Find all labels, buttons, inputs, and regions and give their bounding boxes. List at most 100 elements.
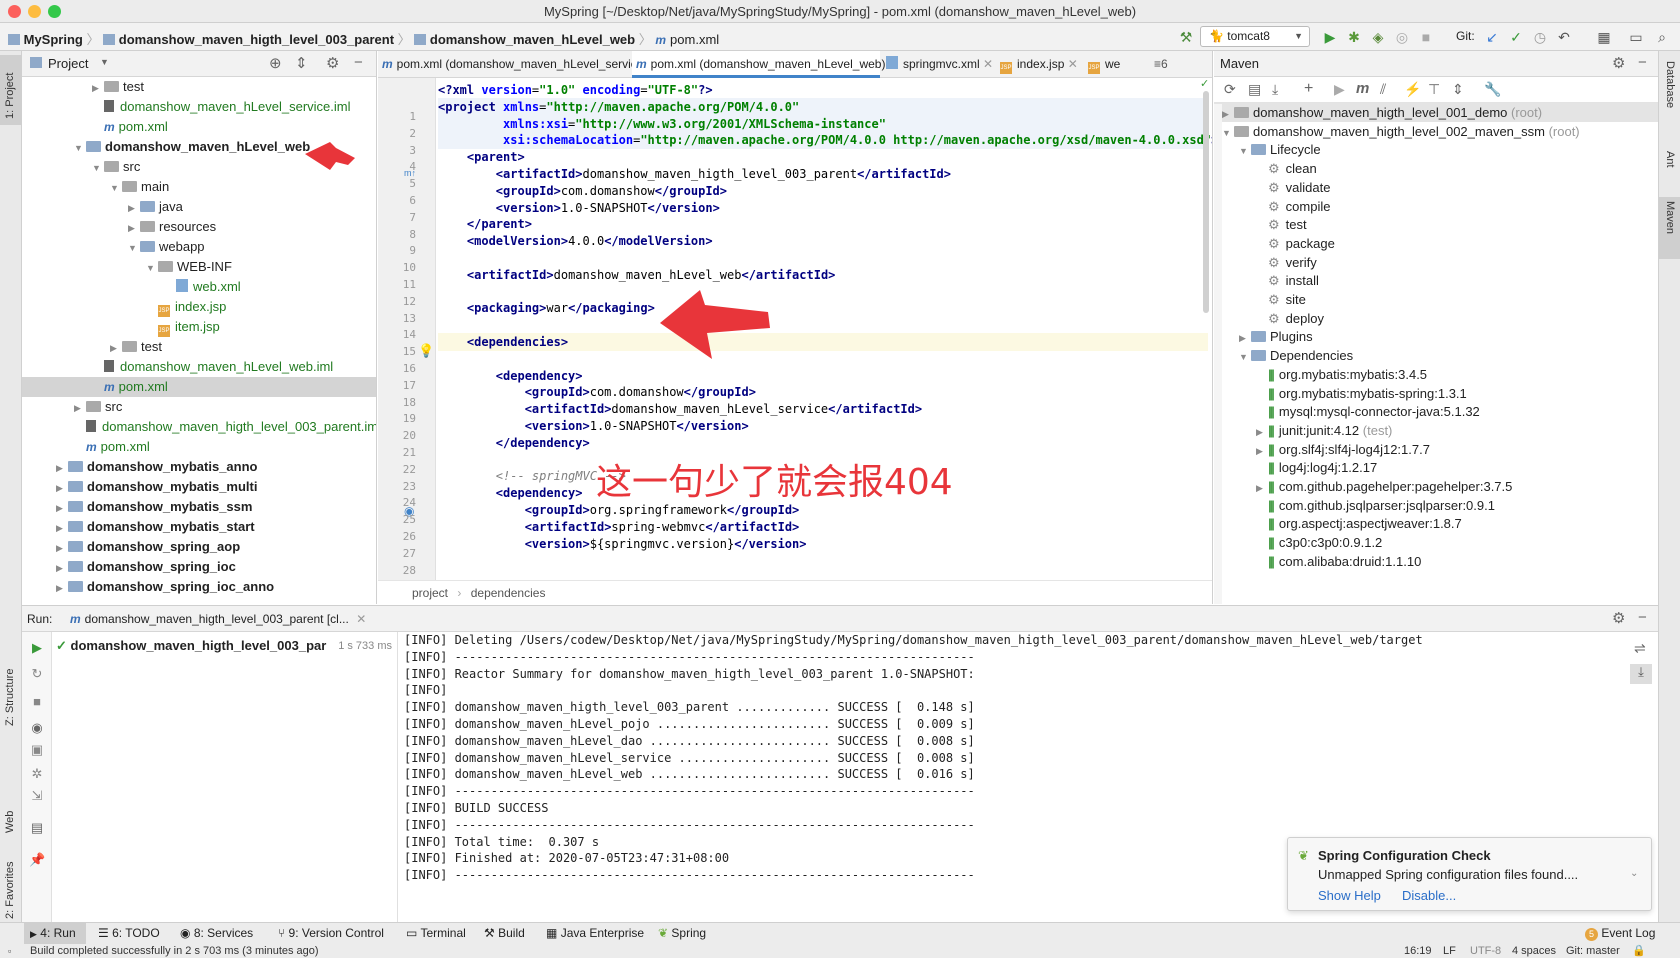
caret-position[interactable]: 16:19 xyxy=(1404,944,1432,958)
project-tree-item[interactable]: JSP index.jsp xyxy=(22,297,376,317)
toggle-offline-icon[interactable]: ⫽ xyxy=(1380,81,1386,98)
lock-icon[interactable]: 🔒 xyxy=(1632,944,1646,958)
collapsed-arrow-icon[interactable]: ▶ xyxy=(56,518,68,538)
code-line[interactable]: <dependency> xyxy=(438,367,1208,385)
editor-scrollbar[interactable] xyxy=(1203,91,1209,313)
project-tree-item[interactable]: ▶ domanshow_spring_ioc xyxy=(22,557,376,578)
project-tree-item[interactable]: ▼ domanshow_maven_hLevel_web xyxy=(22,137,376,157)
skip-tests-icon[interactable]: ⚡ xyxy=(1404,81,1421,98)
file-encoding[interactable]: UTF-8 xyxy=(1470,944,1501,958)
scroll-to-end-icon[interactable]: ⤓ xyxy=(1630,664,1652,684)
lightbulb-icon[interactable]: 💡 xyxy=(418,343,434,359)
collapsed-arrow-icon[interactable]: ▶ xyxy=(56,498,68,518)
collapsed-arrow-icon[interactable]: ▶ xyxy=(56,578,68,598)
collapsed-arrow-icon[interactable]: ▶ xyxy=(56,538,68,558)
show-help-link[interactable]: Show Help xyxy=(1318,888,1381,903)
maven-tree-item[interactable]: ||| org.aspectj:aspectjweaver:1.8.7 xyxy=(1214,514,1658,533)
project-tree-item[interactable]: ▼ main xyxy=(22,177,376,198)
project-tree-item[interactable]: m pom.xml xyxy=(22,117,376,137)
version-control-tool-tab[interactable]: ⑂ 9: Version Control xyxy=(278,926,384,940)
generate-sources-icon[interactable]: ▤ xyxy=(1248,81,1261,98)
maven-tree-item[interactable]: ⚙ site xyxy=(1214,290,1658,309)
run-icon[interactable]: ▶ xyxy=(1334,81,1345,98)
project-tree-item[interactable]: JSP item.jsp xyxy=(22,317,376,337)
project-tree-item[interactable]: ▶ java xyxy=(22,197,376,218)
collapsed-arrow-icon[interactable]: ▶ xyxy=(56,558,68,578)
chevron-down-icon[interactable]: ⌄ xyxy=(1630,868,1638,879)
close-window-button[interactable] xyxy=(8,5,21,18)
collapsed-arrow-icon[interactable]: ▶ xyxy=(128,198,140,218)
eye-icon[interactable]: ◉ xyxy=(29,720,45,736)
maven-tree-item[interactable]: ⚙ compile xyxy=(1214,197,1658,216)
project-structure-icon[interactable]: ▦ xyxy=(1594,27,1614,47)
code-line[interactable]: <artifactId>spring-webmvc</artifactId> xyxy=(438,518,1208,536)
git-branch[interactable]: Git: master xyxy=(1566,944,1620,958)
collapse-all-icon[interactable]: ⇕ xyxy=(1452,81,1464,98)
rerun-failed-icon[interactable]: ↻ xyxy=(29,666,45,682)
services-tool-tab[interactable]: ◉ 8: Services xyxy=(180,926,253,940)
build-tool-tab[interactable]: ⚒ Build xyxy=(484,926,525,940)
project-tree-item[interactable]: ▶ test xyxy=(22,77,376,98)
collapsed-arrow-icon[interactable]: ▶ xyxy=(56,458,68,478)
code-line[interactable]: <packaging>war</packaging> xyxy=(438,299,1208,317)
project-panel-title[interactable]: Project xyxy=(48,56,88,71)
collapse-all-icon[interactable]: ⇕ xyxy=(295,54,308,72)
maven-tree-item[interactable]: ▶ ||| junit:junit:4.12 (test) xyxy=(1214,421,1658,440)
gear-icon[interactable]: ⚙ xyxy=(1612,54,1625,72)
project-tree-item[interactable]: domanshow_maven_higth_level_003_parent.i… xyxy=(22,417,376,437)
download-icon[interactable]: ⤓ xyxy=(1272,81,1278,98)
code-line[interactable] xyxy=(438,350,1208,368)
code-line[interactable]: <groupId>com.domanshow</groupId> xyxy=(438,383,1208,401)
terminal-tool-tab[interactable]: ▭ Terminal xyxy=(406,926,466,940)
code-line[interactable]: <version>1.0-SNAPSHOT</version> xyxy=(438,199,1208,217)
web-tool-label[interactable]: Web xyxy=(4,811,16,833)
git-update-icon[interactable]: ↙ xyxy=(1482,27,1502,47)
stop-icon[interactable]: ■ xyxy=(1416,27,1436,47)
rerun-icon[interactable]: ▶ xyxy=(29,640,45,656)
maven-tree-item[interactable]: ▶ Plugins xyxy=(1214,327,1658,346)
run-tab[interactable]: m domanshow_maven_higth_level_003_parent … xyxy=(70,612,366,626)
collapsed-arrow-icon[interactable]: ▶ xyxy=(92,78,104,98)
expanded-arrow-icon[interactable]: ▼ xyxy=(110,178,122,198)
maven-tree-item[interactable]: ▶ ||| com.github.pagehelper:pagehelper:3.7… xyxy=(1214,477,1658,496)
project-tree-item[interactable]: ▼ src xyxy=(22,157,376,178)
code-line[interactable]: <artifactId>domanshow_maven_hLevel_web</… xyxy=(438,266,1208,284)
maven-tree-item[interactable]: ▼ domanshow_maven_higth_level_002_maven_s… xyxy=(1214,122,1658,141)
code-line[interactable]: <artifactId>domanshow_maven_hLevel_servi… xyxy=(438,400,1208,418)
wrench-icon[interactable]: 🔧 xyxy=(1484,81,1501,98)
project-tree-item[interactable]: domanshow_maven_hLevel_web.iml xyxy=(22,357,376,377)
project-tree-item[interactable]: ▶ domanshow_mybatis_anno xyxy=(22,457,376,478)
code-line[interactable]: <parent> xyxy=(438,148,1208,166)
close-icon[interactable]: ✕ xyxy=(356,612,366,626)
indent-setting[interactable]: 4 spaces xyxy=(1512,944,1556,958)
maven-tree-item[interactable]: ⚙ clean xyxy=(1214,159,1658,178)
git-history-icon[interactable]: ◷ xyxy=(1530,27,1550,47)
expanded-arrow-icon[interactable]: ▼ xyxy=(146,258,158,278)
hide-panel-icon[interactable]: − xyxy=(354,54,363,71)
ant-tool-label[interactable]: Ant xyxy=(1664,151,1676,168)
code-line[interactable]: <artifactId>domanshow_maven_higth_level_… xyxy=(438,165,1208,183)
code-line[interactable]: </dependency> xyxy=(438,434,1208,452)
maven-tree-item[interactable]: ||| c3p0:c3p0:0.9.1.2 xyxy=(1214,533,1658,552)
execute-goal-icon[interactable]: m xyxy=(1356,80,1369,97)
collapsed-arrow-icon[interactable]: ▶ xyxy=(74,398,86,418)
maven-tree-item[interactable]: ⚙ validate xyxy=(1214,178,1658,197)
maven-tree-item[interactable]: ⚙ package xyxy=(1214,234,1658,253)
gear-icon[interactable]: ⚙ xyxy=(1612,609,1625,627)
expanded-arrow-icon[interactable]: ▼ xyxy=(92,158,104,178)
maven-tree-item[interactable]: ⚙ install xyxy=(1214,271,1658,290)
collapsed-arrow-icon[interactable]: ▶ xyxy=(56,478,68,498)
close-icon[interactable]: ✕ xyxy=(983,57,993,71)
crumb-project[interactable]: project xyxy=(412,586,448,600)
database-tool-label[interactable]: Database xyxy=(1664,61,1676,108)
code-line[interactable]: <project xmlns="http://maven.apache.org/… xyxy=(438,97,1208,116)
gear-icon[interactable]: ⚙ xyxy=(326,54,339,72)
project-tree-item[interactable]: ▶ domanshow_spring_aop xyxy=(22,537,376,558)
debug-icon[interactable]: ✱ xyxy=(1344,27,1364,47)
project-tool-label[interactable]: 1: Project xyxy=(4,73,16,119)
coverage-icon[interactable]: ◈ xyxy=(1368,27,1388,47)
settings-icon[interactable]: ✲ xyxy=(29,766,45,782)
minimize-window-button[interactable] xyxy=(28,5,41,18)
login-icon[interactable]: ⇲ xyxy=(29,788,45,804)
expanded-arrow-icon[interactable]: ▼ xyxy=(128,238,140,258)
